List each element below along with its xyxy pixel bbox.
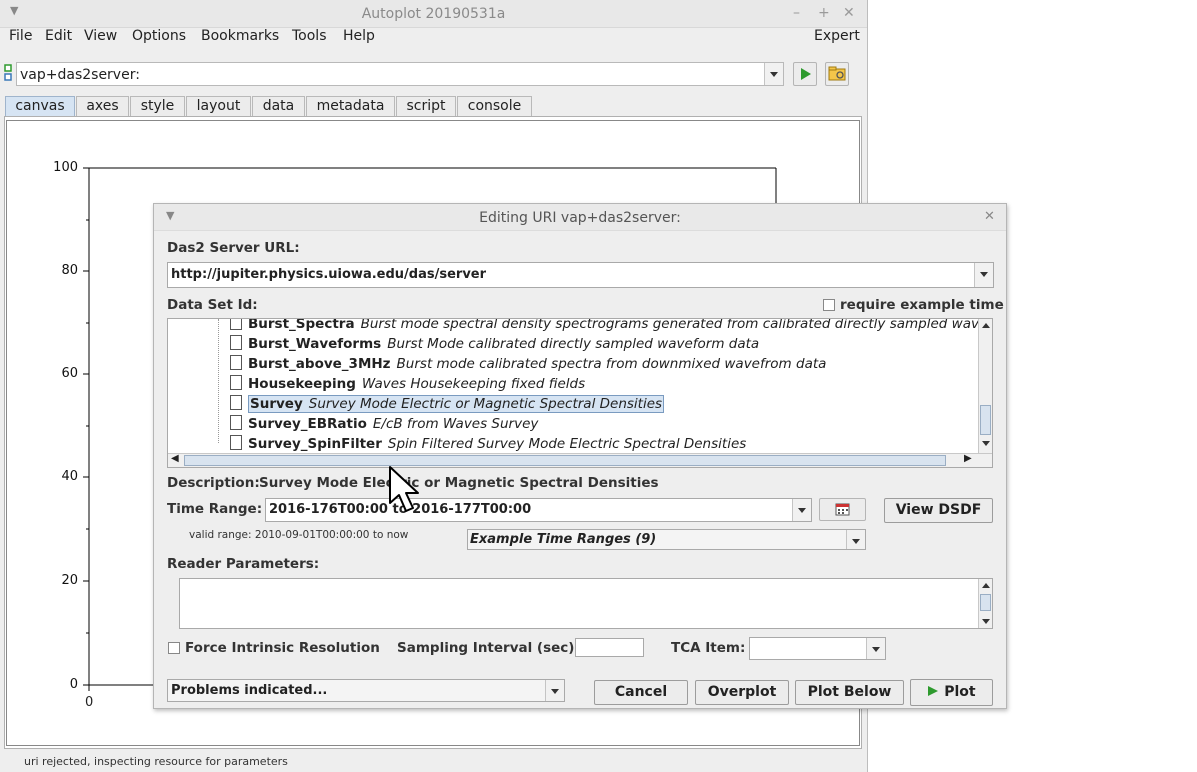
server-url-combo[interactable]: http://jupiter.physics.uiowa.edu/das/ser…: [167, 262, 994, 288]
reader-params-scrollbar[interactable]: [978, 579, 992, 628]
example-time-dropdown-icon[interactable]: [846, 530, 865, 549]
tree-item[interactable]: Survey_EBRatio E/cB from Waves Survey: [230, 415, 538, 435]
valid-range-text: valid range: 2010-09-01T00:00:00 to now: [189, 529, 409, 541]
require-example-time-label: require example time: [840, 297, 1004, 313]
y-tick-label: 80: [61, 263, 78, 278]
sampling-interval-label: Sampling Interval (sec):: [397, 640, 580, 656]
dialog-title: Editing URI vap+das2server:: [479, 210, 681, 226]
calendar-button[interactable]: [819, 498, 866, 521]
y-tick-label: 0: [69, 677, 78, 692]
reader-params-label: Reader Parameters:: [167, 556, 320, 572]
tree-item[interactable]: Burst_Spectra Burst mode spectral density…: [230, 319, 992, 335]
scroll-down-icon[interactable]: [979, 437, 992, 451]
time-range-label: Time Range:: [167, 501, 263, 517]
plot-button-label: Plot: [944, 684, 976, 700]
editing-uri-dialog: ▼ Editing URI vap+das2server: ✕ Das2 Ser…: [153, 203, 1007, 709]
dialog-close-icon[interactable]: ✕: [984, 209, 995, 224]
tree-vertical-scrollbar[interactable]: [978, 319, 992, 453]
example-time-ranges-combo[interactable]: Example Time Ranges (9): [467, 529, 866, 550]
view-dsdf-button[interactable]: View DSDF: [884, 498, 993, 523]
play-icon: [928, 686, 939, 696]
tca-dropdown-icon[interactable]: [866, 638, 885, 659]
tree-horizontal-scrollbar[interactable]: ◀ ▶: [168, 453, 992, 467]
tca-item-combo[interactable]: [749, 637, 886, 660]
example-time-ranges-label[interactable]: Example Time Ranges (9): [470, 532, 656, 547]
document-icon: [230, 335, 242, 350]
y-tick-label: 20: [61, 573, 78, 588]
problems-combo[interactable]: Problems indicated...: [167, 679, 565, 702]
document-icon: [230, 319, 242, 330]
require-example-time-checkbox[interactable]: [823, 299, 835, 311]
y-tick-label: 100: [53, 160, 78, 175]
scroll-up-icon[interactable]: [979, 319, 992, 333]
scroll-left-icon[interactable]: ◀: [171, 453, 179, 464]
description-label: Description:: [167, 475, 260, 491]
time-range-combo[interactable]: 2016-176T00:00 to 2016-177T00:00: [265, 498, 812, 522]
document-icon: [230, 395, 242, 410]
server-url-label: Das2 Server URL:: [167, 240, 300, 256]
server-url-dropdown-icon[interactable]: [974, 263, 993, 287]
scroll-thumb[interactable]: [980, 405, 991, 435]
calendar-icon: [835, 503, 850, 516]
tree-item[interactable]: Survey_SpinFilter Spin Filtered Survey Mo…: [230, 435, 746, 455]
overplot-button[interactable]: Overplot: [695, 680, 789, 705]
time-range-dropdown-icon[interactable]: [792, 499, 811, 521]
tree-item-selected[interactable]: Survey Survey Mode Electric or Magnetic S…: [230, 395, 665, 415]
document-icon: [230, 415, 242, 430]
x-tick-label: 0: [85, 695, 94, 710]
h-scroll-thumb[interactable]: [184, 455, 946, 466]
reader-params-textarea[interactable]: [179, 578, 993, 629]
tree-item[interactable]: Burst_Waveforms Burst Mode calibrated dir…: [230, 335, 759, 355]
document-icon: [230, 355, 242, 370]
server-url-value[interactable]: http://jupiter.physics.uiowa.edu/das/ser…: [171, 267, 486, 282]
mouse-pointer-icon: [389, 466, 419, 512]
y-tick-label: 60: [61, 366, 78, 381]
y-tick-label: 40: [61, 469, 78, 484]
scroll-right-icon[interactable]: ▶: [964, 453, 972, 464]
scroll-thumb[interactable]: [980, 594, 991, 611]
tree-item[interactable]: Housekeeping Waves Housekeeping fixed fie…: [230, 375, 585, 395]
dataset-id-label: Data Set Id:: [167, 297, 258, 313]
dataset-tree[interactable]: Burst_Spectra Burst mode spectral density…: [167, 318, 993, 468]
description-value: Survey Mode Electric or Magnetic Spectra…: [259, 475, 659, 491]
scroll-down-icon[interactable]: [979, 615, 992, 627]
plot-below-button[interactable]: Plot Below: [795, 680, 904, 705]
scroll-up-icon[interactable]: [979, 579, 992, 591]
cancel-button[interactable]: Cancel: [594, 680, 688, 705]
document-icon: [230, 435, 242, 450]
problems-label[interactable]: Problems indicated...: [171, 683, 327, 698]
force-intrinsic-checkbox[interactable]: [168, 642, 180, 654]
tca-item-label: TCA Item:: [671, 640, 746, 656]
tree-guide-line: [218, 319, 219, 443]
tree-item[interactable]: Burst_above_3MHz Burst mode calibrated sp…: [230, 355, 826, 375]
status-bar-text: uri rejected, inspecting resource for pa…: [24, 755, 288, 768]
sampling-interval-input[interactable]: [575, 638, 644, 657]
problems-dropdown-icon[interactable]: [545, 680, 564, 701]
dialog-title-bar: ▼ Editing URI vap+das2server: ✕: [154, 204, 1006, 231]
document-icon: [230, 375, 242, 390]
plot-button[interactable]: Plot: [910, 679, 993, 706]
force-intrinsic-label: Force Intrinsic Resolution: [185, 640, 380, 656]
